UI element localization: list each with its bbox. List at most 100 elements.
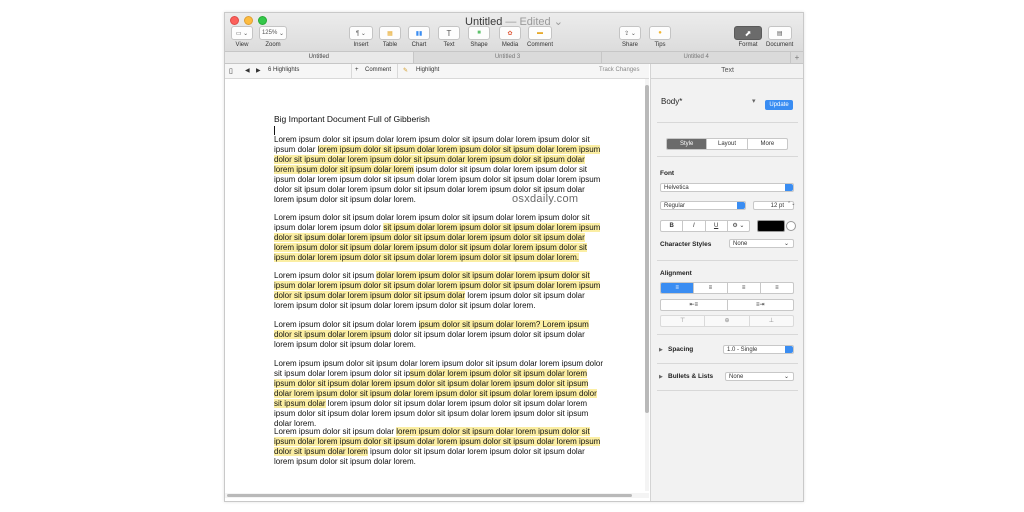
tips-icon: ●: [649, 26, 671, 40]
paragraph-6[interactable]: Lorem ipsum dolor sit ipsum dolar lorem …: [274, 427, 604, 467]
highlighter-icon[interactable]: ✎: [403, 67, 408, 74]
vertical-scrollbar[interactable]: [645, 79, 649, 491]
tab-more[interactable]: More: [748, 139, 787, 149]
bullets-disclosure-icon[interactable]: ▶: [659, 374, 663, 380]
chart-icon: ▮▮: [408, 26, 430, 40]
paragraph-style-name[interactable]: Body*: [661, 97, 682, 106]
title-toolbar: Untitled — Edited ⌄ ▭ ⌄ View 125% ⌄ Zoom…: [225, 13, 803, 52]
view-button[interactable]: ▭ ⌄ View: [231, 26, 253, 48]
divider: [657, 156, 798, 157]
highlight-button[interactable]: Highlight: [416, 67, 439, 73]
document-tab-bar: Untitled Untitled 3 Untitled 4 +: [225, 52, 803, 64]
paragraph-4[interactable]: Lorem ipsum dolor sit ipsum dolar lorem …: [274, 320, 604, 350]
spacing-label[interactable]: Spacing: [668, 346, 693, 353]
tab-layout[interactable]: Layout: [707, 139, 748, 149]
document-heading[interactable]: Big Important Document Full of Gibberish: [274, 114, 430, 124]
font-style-popup[interactable]: Regular: [660, 201, 746, 210]
tab-untitled-4[interactable]: Untitled 4: [602, 52, 792, 63]
underline-button[interactable]: U: [706, 221, 728, 231]
add-comment-icon[interactable]: +: [355, 67, 359, 73]
divider: [657, 122, 798, 123]
scrollbar-thumb[interactable]: [227, 494, 632, 497]
add-comment-button[interactable]: Comment: [365, 67, 391, 73]
spacing-disclosure-icon[interactable]: ▶: [659, 347, 663, 353]
text-button[interactable]: T Text: [438, 26, 460, 48]
text-run: Lorem ipsum dolor sit ipsum: [274, 271, 377, 280]
divider: [657, 334, 798, 335]
color-wheel-icon[interactable]: [786, 221, 796, 231]
font-family-popup[interactable]: Helvetica: [660, 183, 794, 192]
bullets-lists-popup[interactable]: None ⌄: [725, 372, 794, 381]
paragraph-3[interactable]: Lorem ipsum dolor sit ipsum dolar lorem …: [274, 271, 604, 311]
align-top-button[interactable]: ⊤: [661, 316, 706, 326]
style-menu-caret-icon[interactable]: ▾: [752, 97, 756, 105]
format-inspector: Text Body* ▾ Update Style Layout More Fo…: [650, 64, 803, 501]
paragraph-icon: ¶ ⌄: [349, 26, 373, 40]
chevron-down-icon: ⌄: [783, 241, 789, 247]
shape-button[interactable]: ■ Shape: [468, 26, 490, 48]
media-button[interactable]: ✿ Media: [499, 26, 521, 48]
divider: [657, 390, 798, 391]
font-size-stepper[interactable]: ⌃⌄: [787, 201, 795, 207]
insert-button[interactable]: ¶ ⌄ Insert: [349, 26, 373, 48]
align-justify-button[interactable]: ≡: [761, 283, 793, 293]
font-section-title: Font: [660, 170, 675, 177]
next-highlight-button[interactable]: ▶: [256, 67, 261, 74]
text-icon: T: [438, 26, 460, 40]
share-button[interactable]: ⇪ ⌄ Share: [619, 26, 641, 48]
divider: [657, 363, 798, 364]
align-right-button[interactable]: ≡: [728, 283, 761, 293]
popup-stepper-icon: [785, 346, 793, 353]
text-options-gear-icon[interactable]: ⚙ ⌄: [728, 221, 749, 231]
document-button[interactable]: ▤ Document: [766, 26, 793, 48]
horizontal-scrollbar[interactable]: [225, 493, 649, 498]
text-segmented-control: Style Layout More: [666, 138, 788, 150]
update-style-button[interactable]: Update: [765, 100, 793, 110]
line-spacing-popup[interactable]: 1.0 - Single: [723, 345, 794, 354]
inspector-tab-text[interactable]: Text: [651, 64, 803, 79]
align-center-button[interactable]: ≡: [694, 283, 728, 293]
alignment-section-title: Alignment: [660, 270, 692, 277]
indent-buttons: ⇤≡ ≡⇥: [660, 299, 794, 311]
chevron-down-icon: ⌄: [783, 374, 789, 380]
tips-button[interactable]: ● Tips: [649, 26, 671, 48]
text-run: Lorem ipsum dolor sit ipsum dolar lorem: [274, 320, 419, 329]
format-button[interactable]: ⬈ Format: [734, 26, 762, 48]
bullets-lists-label[interactable]: Bullets & Lists: [668, 373, 713, 380]
new-tab-button[interactable]: +: [791, 52, 803, 63]
track-changes-button[interactable]: Track Changes: [599, 67, 639, 73]
table-button[interactable]: ▦ Table: [379, 26, 401, 48]
highlights-count: 6 Highlights: [268, 67, 300, 73]
italic-button[interactable]: I: [683, 221, 706, 231]
decrease-indent-button[interactable]: ⇤≡: [661, 300, 728, 310]
previous-highlight-button[interactable]: ◀: [245, 67, 250, 74]
chevron-down-icon: ⌄: [279, 30, 285, 37]
scrollbar-thumb[interactable]: [645, 85, 649, 413]
align-middle-button[interactable]: ⊕: [705, 316, 750, 326]
tab-untitled-3[interactable]: Untitled 3: [414, 52, 603, 63]
format-icon: ⬈: [734, 26, 762, 40]
chart-button[interactable]: ▮▮ Chart: [408, 26, 430, 48]
paragraph-5[interactable]: Lorem ipsum ipsum dolor sit ipsum dolar …: [274, 359, 604, 429]
table-icon: ▦: [379, 26, 401, 40]
align-bottom-button[interactable]: ⊥: [750, 316, 793, 326]
zoom-popup[interactable]: 125% ⌄ Zoom: [259, 26, 287, 48]
document-canvas[interactable]: Big Important Document Full of Gibberish…: [225, 79, 645, 491]
tab-style[interactable]: Style: [667, 139, 708, 149]
comment-button[interactable]: ▬ Comment: [527, 26, 553, 48]
separator: [351, 64, 352, 78]
align-left-button[interactable]: ≡: [661, 283, 695, 293]
tab-untitled[interactable]: Untitled: [225, 52, 414, 63]
title-caret-icon: ⌄: [553, 16, 563, 28]
bold-button[interactable]: B: [661, 221, 684, 231]
paragraph-2[interactable]: Lorem ipsum dolor sit ipsum dolar lorem …: [274, 213, 604, 263]
vertical-alignment-buttons: ⊤ ⊕ ⊥: [660, 315, 794, 327]
comment-icon: ▬: [528, 26, 552, 40]
sidebar-toggle-icon[interactable]: ▯: [229, 67, 233, 75]
character-styles-popup[interactable]: None ⌄: [729, 239, 794, 248]
font-style-buttons: B I U ⚙ ⌄: [660, 220, 750, 232]
text-color-well[interactable]: [757, 220, 785, 232]
comments-bar: ▯ ◀ ▶ 6 Highlights + Comment ✎ Highlight…: [225, 64, 649, 79]
increase-indent-button[interactable]: ≡⇥: [728, 300, 794, 310]
divider: [657, 260, 798, 261]
